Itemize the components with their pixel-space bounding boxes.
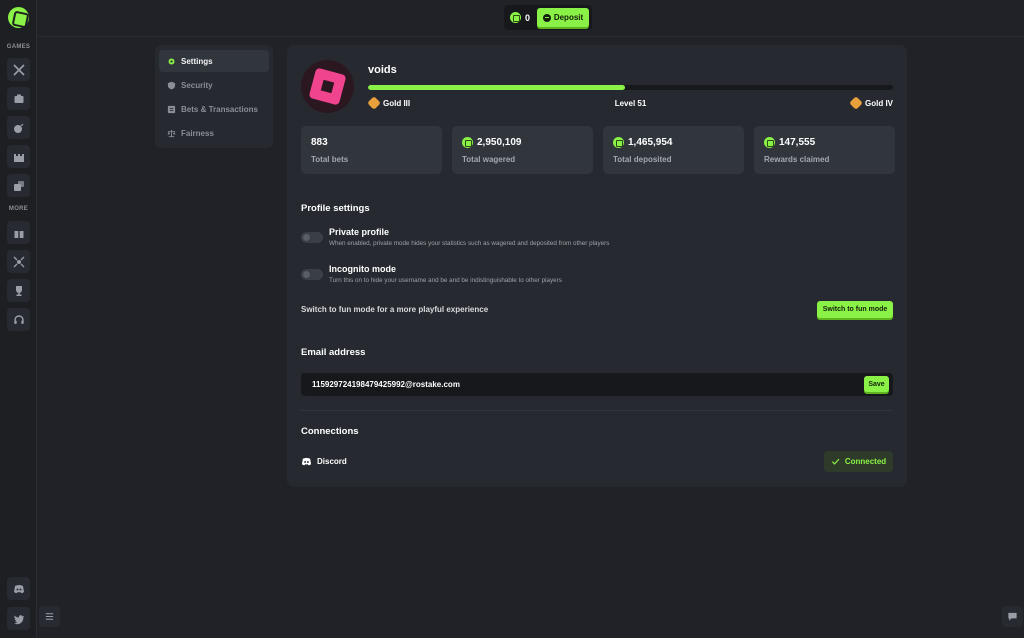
stats-row: 883 Total bets 2,950,109 Total wagered 1… <box>301 126 895 174</box>
left-rail: GAMES MORE <box>0 0 37 638</box>
discord-label: Discord <box>317 457 347 466</box>
stat-card-rewards-claimed: 147,555 Rewards claimed <box>754 126 895 174</box>
chat-button[interactable] <box>1002 606 1023 627</box>
top-bar: 0 Deposit <box>37 0 1024 37</box>
settings-nav: Settings Security Bets & Transactions Fa… <box>155 45 273 148</box>
case-icon[interactable] <box>7 87 30 110</box>
coin-icon <box>510 12 521 23</box>
private-profile-desc: When enabled, private mode hides your st… <box>329 240 610 247</box>
scale-icon <box>167 129 176 137</box>
nav-item-label: Bets & Transactions <box>181 104 258 114</box>
level-progress-bar <box>368 85 893 90</box>
nav-item-label: Security <box>181 80 213 90</box>
coin-icon <box>462 137 473 148</box>
nav-item-fairness[interactable]: Fairness <box>159 122 269 144</box>
stat-label: Total bets <box>311 155 349 164</box>
twitter-icon[interactable] <box>7 607 30 630</box>
discord-icon[interactable] <box>7 577 30 600</box>
stat-value: 2,950,109 <box>477 137 522 148</box>
balance-widget: 0 Deposit <box>504 5 592 30</box>
stat-card-total-wagered: 2,950,109 Total wagered <box>452 126 593 174</box>
stat-card-total-bets: 883 Total bets <box>301 126 442 174</box>
shield-icon <box>167 81 176 89</box>
nav-item-label: Settings <box>181 56 213 66</box>
deposit-button[interactable]: Deposit <box>537 8 589 27</box>
stat-value: 1,465,954 <box>628 137 673 148</box>
gear-icon <box>168 58 175 64</box>
nav-item-label: Fairness <box>181 128 214 138</box>
username: voids <box>368 64 397 76</box>
coin-icon <box>764 137 775 148</box>
nav-item-bets-transactions[interactable]: Bets & Transactions <box>159 98 269 120</box>
connected-label: Connected <box>844 457 887 466</box>
menu-toggle-button[interactable] <box>39 606 60 627</box>
fun-mode-text: Switch to fun mode for a more playful ex… <box>301 305 489 314</box>
nav-item-settings[interactable]: Settings <box>159 50 269 72</box>
deposit-label: Deposit <box>553 13 584 22</box>
incognito-mode-title: Incognito mode <box>329 264 396 274</box>
settings-card: voids Gold III Level 51 Gold IV 883 Tota… <box>287 45 907 487</box>
private-profile-title: Private profile <box>329 227 390 237</box>
swords-icon[interactable] <box>7 58 30 81</box>
level-label: Level 51 <box>614 99 647 108</box>
private-profile-toggle[interactable] <box>301 232 323 243</box>
games-section-label: GAMES <box>6 44 31 50</box>
gift-icon[interactable] <box>7 221 30 244</box>
more-section-label: MORE <box>8 206 29 212</box>
dice-icon[interactable] <box>7 174 30 197</box>
fun-mode-button[interactable]: Switch to fun mode <box>817 301 893 318</box>
save-button[interactable]: Save <box>864 376 889 392</box>
stat-card-total-deposited: 1,465,954 Total deposited <box>603 126 744 174</box>
incognito-mode-row: Incognito mode Turn this on to hide your… <box>301 264 562 284</box>
stat-label: Total wagered <box>462 155 516 164</box>
trophy-icon[interactable] <box>7 279 30 302</box>
affiliate-icon[interactable] <box>7 250 30 273</box>
discord-icon <box>301 457 312 466</box>
rank-next: Gold IV <box>849 96 893 110</box>
profile-settings-title: Profile settings <box>301 203 370 214</box>
stat-label: Total deposited <box>613 155 672 164</box>
check-icon <box>831 458 840 465</box>
level-progress-fill <box>368 85 626 90</box>
list-icon <box>167 105 176 113</box>
stat-label: Rewards claimed <box>764 155 830 164</box>
minus-circle-icon <box>542 13 551 22</box>
bomb-icon[interactable] <box>7 116 30 139</box>
email-value: 115929724198479425992@rostake.com <box>312 380 460 389</box>
rank-badge-icon <box>849 96 863 110</box>
discord-connection: Discord <box>301 456 347 467</box>
private-profile-row: Private profile When enabled, private mo… <box>301 227 609 247</box>
connected-button[interactable]: Connected <box>824 451 893 472</box>
email-title: Email address <box>301 347 366 358</box>
email-field[interactable]: 115929724198479425992@rostake.com Save <box>301 373 893 396</box>
incognito-mode-toggle[interactable] <box>301 269 323 280</box>
nav-item-security[interactable]: Security <box>159 74 269 96</box>
stat-value: 883 <box>311 137 328 148</box>
incognito-mode-desc: Turn this on to hide your username and b… <box>329 277 562 284</box>
connections-title: Connections <box>301 426 359 437</box>
stat-value: 147,555 <box>779 137 816 148</box>
headset-icon[interactable] <box>7 308 30 331</box>
divider <box>301 410 893 411</box>
site-logo[interactable] <box>8 7 29 28</box>
balance-value: 0 <box>525 12 531 23</box>
rank-next-label: Gold IV <box>865 98 893 108</box>
avatar <box>301 60 354 113</box>
coin-icon <box>613 137 624 148</box>
castle-icon[interactable] <box>7 145 30 168</box>
